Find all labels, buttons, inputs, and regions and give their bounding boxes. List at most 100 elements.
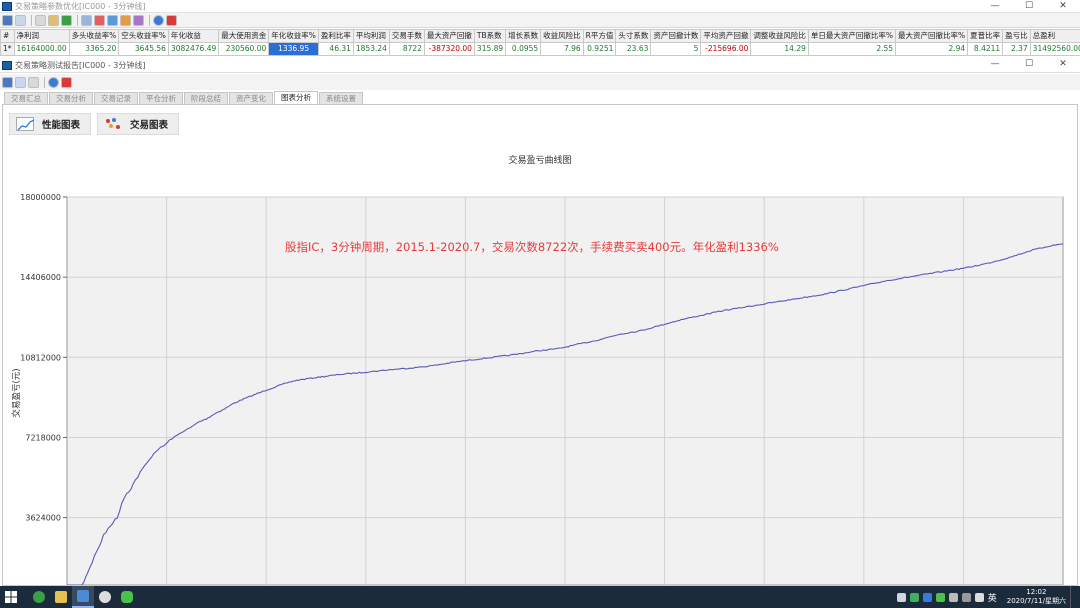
taskbar-app-green[interactable] bbox=[28, 586, 50, 608]
toolbar-separator bbox=[149, 14, 150, 26]
y-tick-label: 10812000 bbox=[20, 353, 61, 362]
tab-0[interactable]: 交易汇总 bbox=[4, 92, 48, 104]
taskbar-app-circle[interactable] bbox=[94, 586, 116, 608]
report-minimize-button[interactable]: — bbox=[978, 58, 1012, 71]
report-save-icon[interactable] bbox=[2, 76, 13, 88]
grid-header-cell[interactable]: 平均利润 bbox=[352, 29, 390, 43]
exit-icon[interactable] bbox=[166, 14, 177, 26]
grid-value-cell[interactable]: 14.29 bbox=[750, 42, 809, 56]
percent-icon[interactable] bbox=[94, 14, 105, 26]
report-copy-icon[interactable] bbox=[15, 76, 26, 88]
grid-value-cell[interactable]: 3645.56 bbox=[118, 42, 169, 56]
save-all-icon[interactable] bbox=[15, 14, 26, 26]
grid-header-cell[interactable]: 净利润 bbox=[13, 29, 70, 43]
report-print-icon[interactable] bbox=[28, 76, 39, 88]
grid-header-cell[interactable]: 增长系数 bbox=[505, 29, 542, 43]
grid-row-number[interactable]: 1* bbox=[0, 42, 15, 56]
grid-header-cell[interactable]: 资产回撤计数 bbox=[650, 29, 702, 43]
tab-7[interactable]: 系统设置 bbox=[319, 92, 363, 104]
bar-chart-icon[interactable] bbox=[107, 14, 118, 26]
tray-security-icon[interactable] bbox=[909, 592, 919, 602]
grid-header-cell[interactable]: 调整收益风险比 bbox=[750, 29, 809, 43]
grid-header-cell[interactable]: 最大资产回撤 bbox=[423, 29, 475, 43]
tab-5[interactable]: 资产变化 bbox=[229, 92, 273, 104]
grid-value-cell[interactable]: 16164000.00 bbox=[13, 42, 70, 56]
grid-value-cell[interactable]: -387320.00 bbox=[423, 42, 475, 56]
grid-value-cell[interactable]: -215696.00 bbox=[700, 42, 752, 56]
refresh-icon[interactable] bbox=[61, 14, 72, 26]
ime-indicator[interactable]: 英 bbox=[988, 591, 997, 604]
tab-4[interactable]: 阶段总结 bbox=[184, 92, 228, 104]
grid-header-cell[interactable]: 盈亏比 bbox=[1002, 29, 1031, 43]
grid-value-cell[interactable]: 1336.95 bbox=[268, 42, 319, 56]
print-icon[interactable] bbox=[35, 14, 46, 26]
grid-header-cell[interactable]: 夏普比率 bbox=[967, 29, 1004, 43]
grid-header-cell[interactable]: 单日最大资产回撤比率% bbox=[807, 29, 897, 43]
summary-value-row[interactable]: 1* 16164000.00 3365.20 3645.56 3082476.49 230… bbox=[0, 42, 1080, 56]
maximize-button[interactable]: ☐ bbox=[1012, 0, 1046, 13]
grid-header-cell[interactable]: 平均资产回撤 bbox=[700, 29, 752, 43]
grid-value-cell[interactable]: 3082476.49 bbox=[167, 42, 220, 56]
taskbar-clock[interactable]: 12:02 2020/7/11/星期六 bbox=[1007, 588, 1066, 606]
tray-wechat-icon[interactable] bbox=[935, 592, 945, 602]
close-button[interactable]: ✕ bbox=[1046, 0, 1080, 13]
grid-value-cell[interactable]: 8722 bbox=[388, 42, 425, 56]
grid-value-cell[interactable]: 315.89 bbox=[473, 42, 507, 56]
help-icon[interactable] bbox=[153, 14, 164, 26]
grid-header-cell[interactable]: # bbox=[0, 29, 15, 43]
tray-display-icon[interactable] bbox=[961, 592, 971, 602]
table-icon[interactable] bbox=[81, 14, 92, 26]
save-icon[interactable] bbox=[2, 14, 13, 26]
grid-value-cell[interactable]: 2.37 bbox=[1002, 42, 1031, 56]
grid-value-cell[interactable]: 3365.20 bbox=[68, 42, 120, 56]
grid-header-cell[interactable]: 总盈利 bbox=[1029, 29, 1080, 43]
grid-value-cell[interactable]: 23.63 bbox=[615, 42, 652, 56]
grid-header-cell[interactable]: R平方值 bbox=[582, 29, 617, 43]
taskbar-app-wechat[interactable] bbox=[116, 586, 138, 608]
tab-1[interactable]: 交易分析 bbox=[49, 92, 93, 104]
grid-value-cell[interactable]: 1853.24 bbox=[352, 42, 390, 56]
trade-chart-button[interactable]: 交易图表 bbox=[97, 113, 180, 135]
grid-value-cell[interactable]: 0.9251 bbox=[582, 42, 617, 56]
taskbar-app-tb[interactable] bbox=[72, 586, 94, 608]
grid-header-cell[interactable]: 空头收益率% bbox=[118, 29, 169, 43]
grid-icon[interactable] bbox=[133, 14, 144, 26]
tab-2[interactable]: 交易记录 bbox=[94, 92, 138, 104]
grid-header-cell[interactable]: 头寸系数 bbox=[615, 29, 652, 43]
grid-value-cell[interactable]: 230560.00 bbox=[218, 42, 270, 56]
grid-value-cell[interactable]: 8.4211 bbox=[967, 42, 1004, 56]
volume-icon[interactable] bbox=[974, 592, 984, 602]
tray-network-icon[interactable] bbox=[948, 592, 958, 602]
tray-expand-icon[interactable] bbox=[896, 592, 906, 602]
grid-header-cell[interactable]: 年化收益率% bbox=[268, 29, 319, 43]
toolbar-separator bbox=[31, 14, 32, 26]
start-button[interactable] bbox=[0, 586, 22, 608]
taskbar-app-explorer[interactable] bbox=[50, 586, 72, 608]
report-close-button[interactable]: ✕ bbox=[1046, 58, 1080, 71]
performance-chart-button[interactable]: 性能图表 bbox=[9, 113, 92, 135]
minimize-button[interactable]: — bbox=[978, 0, 1012, 13]
grid-header-cell[interactable]: 交易手数 bbox=[388, 29, 425, 43]
grid-header-cell[interactable]: 最大资产回撤比率% bbox=[895, 29, 969, 43]
grid-header-cell[interactable]: 盈利比率 bbox=[317, 29, 354, 43]
grid-header-cell[interactable]: TB系数 bbox=[473, 29, 507, 43]
tab-3[interactable]: 平仓分析 bbox=[139, 92, 183, 104]
grid-header-cell[interactable]: 年化收益 bbox=[167, 29, 220, 43]
grid-value-cell[interactable]: 5 bbox=[650, 42, 702, 56]
grid-value-cell[interactable]: 2.94 bbox=[895, 42, 969, 56]
grid-header-cell[interactable]: 最大使用资金 bbox=[218, 29, 270, 43]
stats-chart-icon[interactable] bbox=[120, 14, 131, 26]
grid-header-cell[interactable]: 多头收益率% bbox=[68, 29, 120, 43]
grid-value-cell[interactable]: 7.96 bbox=[540, 42, 584, 56]
grid-value-cell[interactable]: 46.31 bbox=[317, 42, 354, 56]
report-exit-icon[interactable] bbox=[61, 76, 72, 88]
grid-value-cell[interactable]: 2.55 bbox=[807, 42, 897, 56]
tab-6[interactable]: 图表分析 bbox=[274, 91, 318, 104]
grid-value-cell[interactable]: 31492560.00 bbox=[1029, 42, 1080, 56]
link-icon[interactable] bbox=[48, 14, 59, 26]
tray-app-icon[interactable] bbox=[922, 592, 932, 602]
grid-header-cell[interactable]: 收益风险比 bbox=[540, 29, 584, 43]
grid-value-cell[interactable]: 0.0955 bbox=[505, 42, 542, 56]
report-maximize-button[interactable]: ☐ bbox=[1012, 58, 1046, 71]
report-help-icon[interactable] bbox=[48, 76, 59, 88]
